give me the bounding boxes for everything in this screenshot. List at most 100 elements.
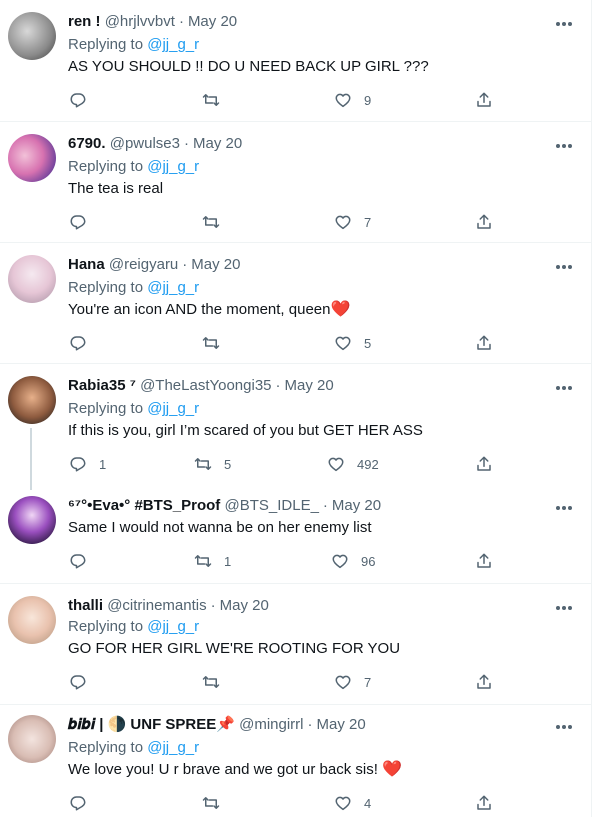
author-name[interactable]: Rabia35 ⁷ [68, 377, 136, 394]
share-button[interactable] [475, 551, 493, 571]
author-name[interactable]: 𝒃𝒊𝒃𝒊 | 🌗 UNF SPREE📌 [68, 716, 235, 733]
timestamp[interactable]: May 20 [188, 13, 237, 30]
like-button[interactable]: 7 [334, 212, 371, 232]
share-button[interactable] [475, 454, 493, 474]
reply-tweet[interactable]: ren ! @hrjlvvbvt · May 20 Replying to @jj_… [0, 0, 592, 122]
reply-tweet[interactable]: Hana @reigyaru · May 20 Replying to @jj_g_… [0, 243, 592, 364]
reply-button[interactable] [69, 672, 99, 692]
retweet-icon [194, 455, 212, 473]
retweet-button[interactable] [202, 212, 232, 232]
like-button[interactable]: 492 [327, 454, 379, 474]
replying-to-link[interactable]: @jj_g_r [147, 400, 199, 417]
author-handle[interactable]: @TheLastYoongi35 [140, 377, 271, 394]
avatar[interactable] [8, 715, 56, 763]
like-button[interactable]: 9 [334, 90, 371, 110]
more-options-button[interactable] [552, 378, 576, 398]
timestamp[interactable]: May 20 [191, 256, 240, 273]
reply-button[interactable] [69, 793, 99, 813]
author-name[interactable]: ren ! [68, 13, 101, 30]
like-count: 4 [364, 795, 372, 811]
separator-dot: · [178, 13, 184, 30]
retweet-button[interactable] [202, 333, 232, 353]
share-icon [475, 455, 493, 473]
author-name[interactable]: thalli [68, 597, 103, 614]
more-options-button[interactable] [552, 257, 576, 277]
more-options-button[interactable] [552, 498, 576, 518]
replying-to-label: Replying to [68, 400, 144, 417]
more-options-button[interactable] [552, 717, 576, 737]
retweet-count: 1 [224, 553, 232, 569]
more-icon [552, 598, 576, 618]
more-options-button[interactable] [552, 136, 576, 156]
tweet-header: ⁶⁷°•Eva•° #BTS_Proof @BTS_IDLE_ · May 20 [68, 496, 381, 516]
like-icon [331, 552, 349, 570]
retweet-count: 5 [224, 456, 232, 472]
reply-tweet[interactable]: 6790. @pwulse3 · May 20 Replying to @jj_g_… [0, 122, 592, 243]
author-handle[interactable]: @citrinemantis [107, 597, 206, 614]
reply-tweet[interactable]: thalli @citrinemantis · May 20 Replying to… [0, 584, 592, 705]
reply-icon [69, 794, 87, 812]
tweet-header: thalli @citrinemantis · May 20 [68, 596, 269, 616]
retweet-button[interactable] [202, 672, 232, 692]
retweet-button[interactable] [202, 793, 232, 813]
reply-tweet[interactable]: ⁶⁷°•Eva•° #BTS_Proof @BTS_IDLE_ · May 20 S… [0, 486, 592, 584]
reply-tweet[interactable]: Rabia35 ⁷ @TheLastYoongi35 · May 20 Replyi… [0, 364, 592, 490]
author-handle[interactable]: @mingirrl [239, 716, 303, 733]
timestamp[interactable]: May 20 [285, 377, 334, 394]
timestamp[interactable]: May 20 [220, 597, 269, 614]
avatar[interactable] [8, 134, 56, 182]
author-handle[interactable]: @pwulse3 [110, 135, 180, 152]
avatar[interactable] [8, 496, 56, 544]
more-options-button[interactable] [552, 14, 576, 34]
reply-button[interactable]: 1 [69, 454, 106, 474]
replying-to-link[interactable]: @jj_g_r [147, 158, 199, 175]
share-button[interactable] [475, 212, 493, 232]
avatar[interactable] [8, 596, 56, 644]
author-handle[interactable]: @reigyaru [109, 256, 178, 273]
reply-button[interactable] [69, 90, 99, 110]
replying-to-link[interactable]: @jj_g_r [147, 618, 199, 635]
tweet-text-line: You're an icon AND the moment, queen❤️ [68, 300, 350, 320]
avatar[interactable] [8, 255, 56, 303]
avatar[interactable] [8, 12, 56, 60]
share-button[interactable] [475, 793, 493, 813]
like-icon [327, 455, 345, 473]
more-icon [552, 14, 576, 34]
timestamp[interactable]: May 20 [332, 497, 381, 514]
retweet-button[interactable] [202, 90, 232, 110]
like-button[interactable]: 7 [334, 672, 371, 692]
retweet-button[interactable]: 1 [194, 551, 231, 571]
more-options-button[interactable] [552, 598, 576, 618]
reply-tweet[interactable]: 𝒃𝒊𝒃𝒊 | 🌗 UNF SPREE📌 @mingirrl · May 20 Rep… [0, 705, 592, 817]
replying-to: Replying to @jj_g_r [68, 35, 199, 55]
avatar[interactable] [8, 376, 56, 424]
reply-icon [69, 455, 87, 473]
author-handle[interactable]: @hrjlvvbvt [105, 13, 175, 30]
replying-to-link[interactable]: @jj_g_r [147, 739, 199, 756]
share-button[interactable] [475, 333, 493, 353]
like-button[interactable]: 96 [331, 551, 375, 571]
replying-to-link[interactable]: @jj_g_r [147, 279, 199, 296]
replying-to-label: Replying to [68, 618, 144, 635]
replying-to: Replying to @jj_g_r [68, 157, 199, 177]
share-button[interactable] [475, 90, 493, 110]
author-name[interactable]: ⁶⁷°•Eva•° #BTS_Proof [68, 497, 220, 514]
timestamp[interactable]: May 20 [193, 135, 242, 152]
author-handle[interactable]: @BTS_IDLE_ [224, 497, 318, 514]
author-name[interactable]: Hana [68, 256, 105, 273]
timestamp[interactable]: May 20 [317, 716, 366, 733]
share-icon [475, 552, 493, 570]
replying-to-link[interactable]: @jj_g_r [147, 36, 199, 53]
share-button[interactable] [475, 672, 493, 692]
like-button[interactable]: 4 [334, 793, 371, 813]
replying-to-label: Replying to [68, 36, 144, 53]
like-count: 492 [357, 456, 379, 472]
more-icon [552, 257, 576, 277]
author-name[interactable]: 6790. [68, 135, 106, 152]
separator-dot: · [275, 377, 281, 394]
retweet-button[interactable]: 5 [194, 454, 231, 474]
like-button[interactable]: 5 [334, 333, 371, 353]
reply-button[interactable] [69, 333, 99, 353]
reply-button[interactable] [69, 551, 99, 571]
reply-button[interactable] [69, 212, 99, 232]
